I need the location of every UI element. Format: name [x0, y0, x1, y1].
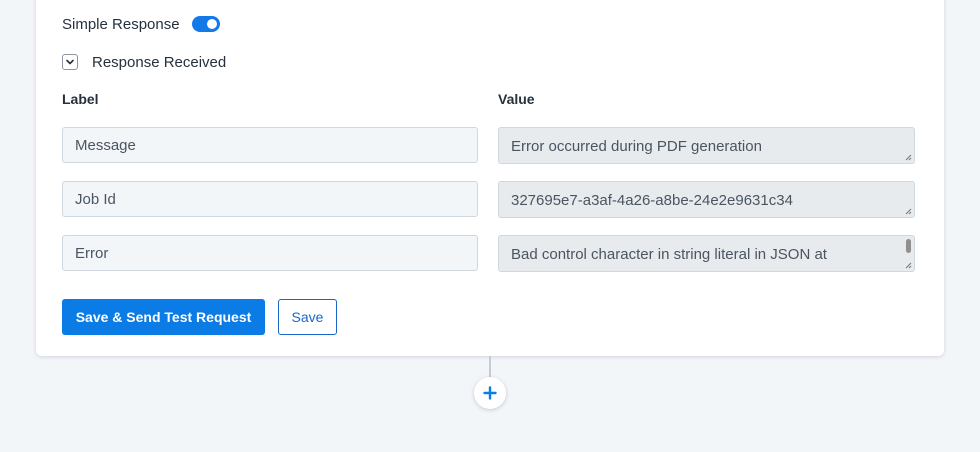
save-and-send-test-button[interactable]: Save & Send Test Request	[62, 299, 265, 335]
value-text: 327695e7-a3af-4a26-a8be-24e2e9631c34	[511, 192, 793, 209]
value-column-header: Value	[498, 91, 535, 107]
textarea-scrollbar[interactable]	[906, 239, 911, 253]
simple-response-row: Simple Response	[62, 14, 220, 34]
label-column-header: Label	[62, 91, 99, 107]
collapse-toggle-button[interactable]	[62, 54, 78, 70]
response-received-label: Response Received	[92, 53, 227, 71]
simple-response-label: Simple Response	[62, 15, 180, 33]
toggle-knob	[206, 19, 217, 29]
value-textarea-error[interactable]: Bad control character in string literal …	[498, 235, 915, 272]
label-input-job-id[interactable]: Job Id	[62, 181, 478, 217]
response-card: Simple Response Response Received Label …	[36, 0, 944, 356]
resize-handle-icon[interactable]	[904, 153, 912, 161]
chevron-down-icon	[66, 59, 74, 65]
label-input-text: Job Id	[75, 190, 116, 208]
add-step-button[interactable]	[474, 377, 506, 409]
value-textarea-job-id[interactable]: 327695e7-a3af-4a26-a8be-24e2e9631c34	[498, 181, 915, 218]
label-input-text: Error	[75, 244, 109, 262]
value-text: Error occurred during PDF generation	[511, 138, 762, 155]
resize-handle-icon[interactable]	[904, 207, 912, 215]
value-textarea-message[interactable]: Error occurred during PDF generation	[498, 127, 915, 164]
value-text: Bad control character in string literal …	[511, 246, 827, 263]
response-received-row: Response Received	[62, 52, 226, 72]
save-button[interactable]: Save	[278, 299, 337, 335]
label-input-message[interactable]: Message	[62, 127, 478, 163]
simple-response-toggle[interactable]	[191, 16, 220, 32]
label-input-text: Message	[75, 136, 136, 154]
label-input-error[interactable]: Error	[62, 235, 478, 271]
plus-icon	[483, 386, 497, 400]
step-connector-line	[489, 356, 491, 378]
resize-handle-icon[interactable]	[904, 261, 912, 269]
